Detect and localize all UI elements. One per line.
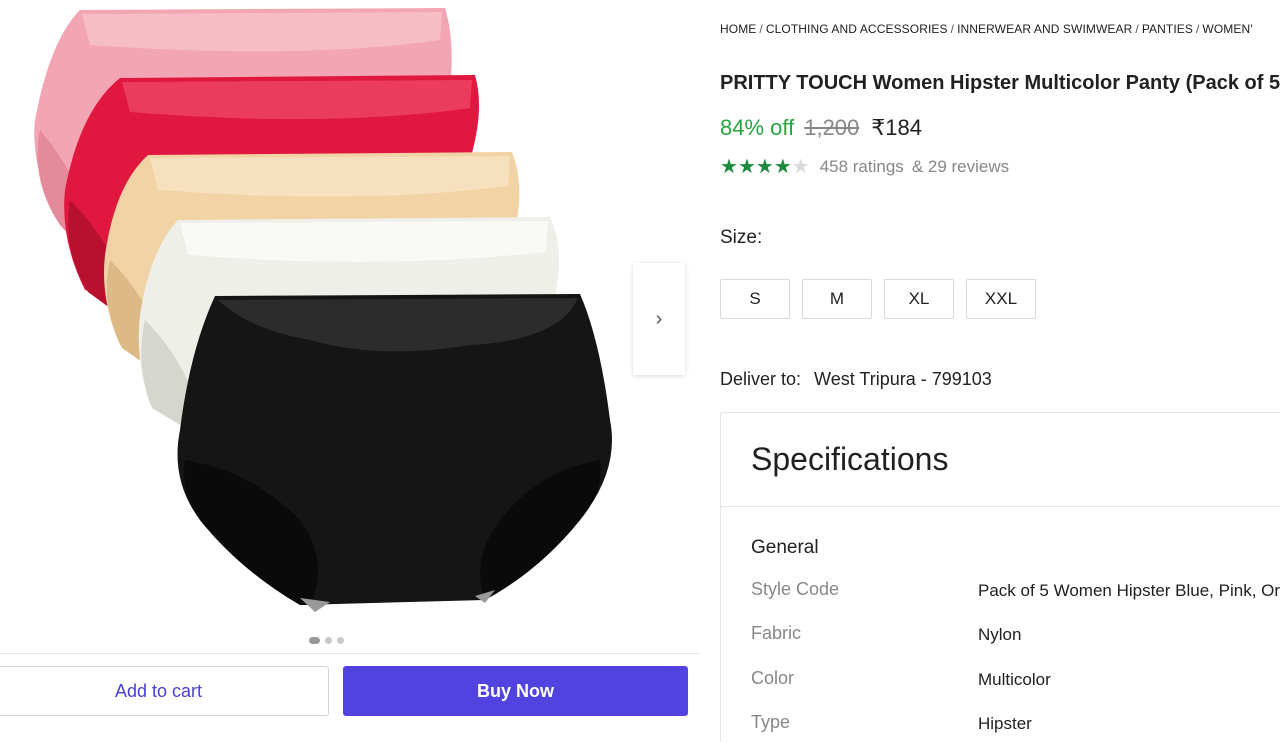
star-filled-icon: ★ [737, 156, 756, 178]
product-page: › Add to cart Buy Now HOME / CLOTHING AND … [0, 0, 1280, 742]
purchase-action-bar: Add to cart Buy Now [0, 653, 700, 742]
spec-section-general: General [751, 537, 819, 558]
next-image-button[interactable]: › [633, 263, 685, 375]
breadcrumb-innerwear[interactable]: INNERWEAR AND SWIMWEAR [957, 22, 1132, 36]
spec-row-type: Type Hipster [751, 712, 1032, 734]
deliver-label: Deliver to: [720, 369, 802, 389]
specifications-title: Specifications [751, 441, 949, 477]
specifications-header: Specifications [721, 413, 1280, 507]
breadcrumb: HOME / CLOTHING AND ACCESSORIES / INNERWEAR … [720, 22, 1253, 36]
ratings-count[interactable]: 458 ratings [820, 157, 904, 177]
product-gallery: › Add to cart Buy Now [0, 0, 700, 742]
reviews-count[interactable]: & 29 reviews [912, 157, 1009, 177]
breadcrumb-women[interactable]: WOMEN' [1202, 22, 1252, 36]
star-filled-icon: ★ [755, 156, 774, 178]
spec-row-style-code: Style Code Pack of 5 Women Hipster Blue,… [751, 579, 1280, 601]
size-options: S M XL XXL [720, 279, 1036, 319]
price-row: 84% off 1,200 ₹184 [720, 115, 922, 141]
product-details: HOME / CLOTHING AND ACCESSORIES / INNERWEAR … [720, 0, 1280, 742]
rating-row: ★ ★ ★ ★ ★ 458 ratings & 29 reviews [720, 157, 1009, 177]
size-label: Size: [720, 227, 763, 248]
spec-key: Fabric [751, 623, 802, 643]
delivery-location[interactable]: Deliver to: West Tripura - 799103 [720, 369, 992, 390]
selling-price: ₹184 [871, 115, 922, 140]
star-filled-icon: ★ [720, 156, 738, 178]
spec-key: Type [751, 712, 791, 732]
buy-now-button[interactable]: Buy Now [343, 666, 688, 716]
discount-label: 84% off [720, 115, 795, 140]
size-option-s[interactable]: S [720, 279, 790, 319]
specifications-card: Specifications General Style Code Pack o… [720, 412, 1280, 742]
pagination-dot[interactable] [337, 637, 344, 644]
spec-row-color: Color Multicolor [751, 668, 1051, 690]
breadcrumb-panties[interactable]: PANTIES [1142, 22, 1193, 36]
spec-key: Style Code [751, 579, 840, 599]
add-to-cart-button[interactable]: Add to cart [0, 666, 329, 716]
spec-value: Pack of 5 Women Hipster Blue, Pink, Or [978, 581, 1280, 600]
deliver-location-text: West Tripura - 799103 [814, 369, 992, 389]
chevron-right-icon: › [655, 307, 663, 330]
star-empty-icon: ★ [791, 156, 810, 178]
star-filled-icon: ★ [773, 156, 792, 178]
star-rating: ★ ★ ★ ★ ★ [720, 157, 810, 177]
spec-value: Hipster [978, 714, 1032, 733]
product-image[interactable] [0, 0, 700, 630]
image-pagination-dots [309, 637, 344, 644]
breadcrumb-clothing[interactable]: CLOTHING AND ACCESSORIES [766, 22, 948, 36]
pagination-dot[interactable] [325, 637, 332, 644]
breadcrumb-home[interactable]: HOME [720, 22, 756, 36]
size-option-m[interactable]: M [802, 279, 872, 319]
spec-key: Color [751, 668, 795, 688]
original-price: 1,200 [804, 115, 860, 140]
size-option-xxl[interactable]: XXL [966, 279, 1036, 319]
pagination-dot[interactable] [309, 637, 320, 644]
spec-row-fabric: Fabric Nylon [751, 623, 1021, 645]
spec-value: Multicolor [978, 670, 1051, 689]
product-title: PRITTY TOUCH Women Hipster Multicolor Pa… [720, 72, 1280, 94]
size-option-xl[interactable]: XL [884, 279, 954, 319]
spec-value: Nylon [978, 625, 1022, 644]
